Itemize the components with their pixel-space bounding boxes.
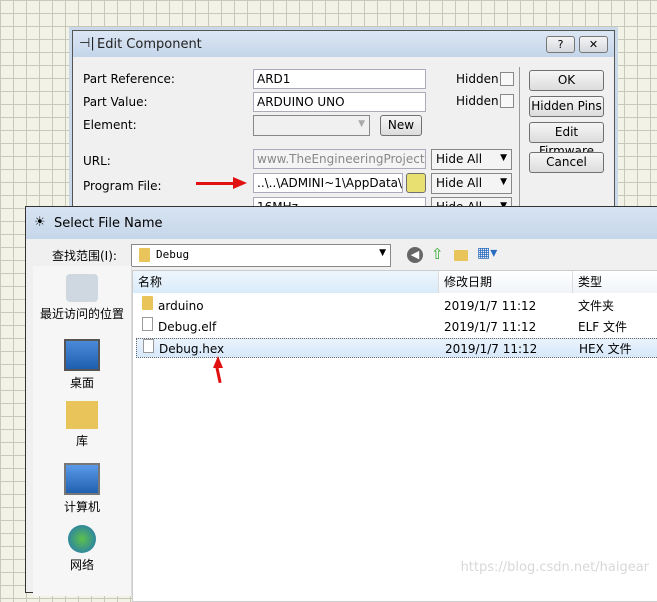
network-icon	[68, 525, 96, 553]
divider	[519, 67, 520, 227]
hidden-label: Hidden:	[456, 72, 503, 86]
new-folder-icon[interactable]	[454, 248, 468, 262]
place-libraries[interactable]: 库	[33, 401, 131, 449]
hidden-pins-button[interactable]: Hidden Pins	[529, 96, 604, 117]
ok-button[interactable]: OK	[529, 70, 604, 91]
file-row-selected[interactable]: Debug.hex 2019/1/7 11:12 HEX 文件	[136, 338, 657, 358]
browse-folder-icon[interactable]	[406, 173, 426, 193]
column-date[interactable]: 修改日期	[439, 271, 573, 293]
column-type[interactable]: 类型	[573, 271, 657, 293]
part-reference-label: Part Reference:	[83, 72, 175, 86]
place-computer[interactable]: 计算机	[33, 463, 131, 515]
element-label: Element:	[83, 118, 137, 132]
place-recent[interactable]: 最近访问的位置	[33, 274, 131, 322]
look-in-label: 查找范围(I):	[52, 249, 117, 263]
file-list: 名称 修改日期 类型 arduino 2019/1/7 11:12 文件夹 Debu…	[132, 270, 657, 602]
program-file-label: Program File:	[83, 179, 162, 193]
part-reference-input[interactable]: ARD1	[253, 69, 426, 89]
places-bar: 最近访问的位置 桌面 库 计算机 网络	[33, 266, 132, 596]
file-icon	[143, 339, 154, 353]
recent-places-icon	[66, 274, 98, 302]
libraries-icon	[66, 401, 98, 429]
component-icon: ⊣|	[79, 36, 95, 51]
dialog-title: Edit Component	[97, 36, 202, 52]
title-bar: ☀ Select File Name	[26, 207, 657, 239]
up-folder-icon[interactable]: ⇧	[431, 245, 444, 263]
edit-firmware-button[interactable]: Edit Firmware	[529, 122, 604, 158]
file-icon	[142, 317, 153, 331]
url-hide-select[interactable]: Hide All	[431, 149, 512, 170]
back-icon[interactable]: ◀	[407, 247, 423, 263]
cancel-button[interactable]: Cancel	[529, 152, 604, 173]
red-arrow-annotation	[196, 182, 236, 185]
look-in-value: Debug	[156, 248, 190, 261]
folder-icon	[142, 296, 153, 310]
folder-icon	[139, 248, 150, 262]
part-value-label: Part Value:	[83, 95, 148, 109]
red-arrow-head	[233, 177, 247, 189]
program-file-input[interactable]: ..\..\ADMINI~1\AppData\Loca	[253, 173, 403, 193]
url-input[interactable]: www.TheEngineeringProjects.com	[253, 149, 426, 169]
hidden-label: Hidden:	[456, 94, 503, 108]
view-menu-icon[interactable]: ▦▾	[477, 245, 497, 261]
red-arrow-shaft	[215, 366, 222, 384]
place-desktop[interactable]: 桌面	[33, 339, 131, 391]
new-button[interactable]: New	[380, 115, 422, 136]
element-select[interactable]	[253, 115, 370, 136]
look-in-select[interactable]: Debug	[131, 244, 391, 267]
edit-component-dialog: ⊣| Edit Component ? ✕ Part Reference: ARD…	[72, 30, 615, 227]
help-button[interactable]: ?	[546, 36, 575, 53]
desktop-icon	[64, 339, 100, 371]
close-button[interactable]: ✕	[579, 36, 608, 53]
hidden-reference-checkbox[interactable]	[500, 72, 514, 86]
app-icon: ☀	[34, 215, 46, 230]
place-network[interactable]: 网络	[33, 525, 131, 573]
watermark: https://blog.csdn.net/haigear	[460, 560, 649, 575]
part-value-input[interactable]: ARDUINO UNO	[253, 92, 426, 112]
program-file-hide-select[interactable]: Hide All	[431, 173, 512, 194]
column-name[interactable]: 名称	[133, 271, 439, 293]
file-row[interactable]: arduino 2019/1/7 11:12 文件夹	[133, 296, 657, 316]
dialog-title: Select File Name	[54, 215, 163, 231]
computer-icon	[64, 463, 100, 495]
url-label: URL:	[83, 154, 111, 168]
title-bar: ⊣| Edit Component	[73, 31, 614, 57]
hidden-value-checkbox[interactable]	[500, 94, 514, 108]
select-file-dialog: ☀Select File Name 查找范围(I): Debug ◀ ⇧ ▦▾ …	[25, 206, 657, 602]
file-row[interactable]: Debug.elf 2019/1/7 11:12 ELF 文件	[133, 317, 657, 337]
